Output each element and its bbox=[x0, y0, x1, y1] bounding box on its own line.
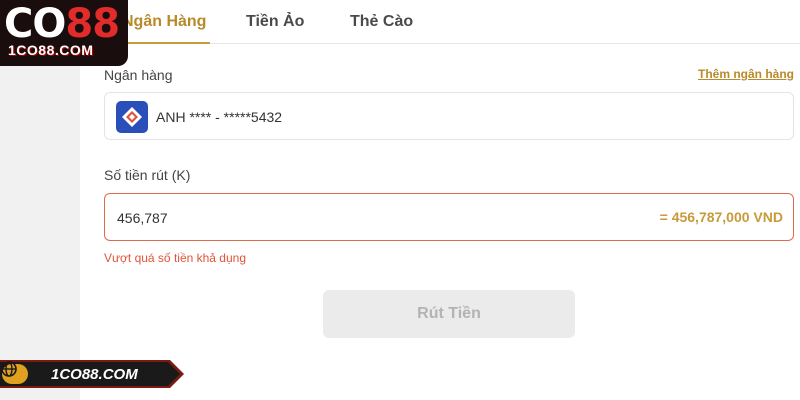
amount-field: = 456,787,000 VND bbox=[104, 193, 794, 241]
tab-bank[interactable]: Ngân Hàng bbox=[122, 13, 206, 31]
bank-logo-icon bbox=[116, 101, 148, 133]
amount-error-message: Vượt quá số tiền khả dụng bbox=[104, 251, 246, 265]
brand-logo-main: CO88 bbox=[4, 1, 120, 47]
add-bank-link[interactable]: Thêm ngân hàng bbox=[698, 67, 794, 81]
bank-select[interactable]: ANH **** - *****5432 bbox=[104, 92, 794, 140]
bank-account-text: ANH **** - *****5432 bbox=[156, 109, 283, 125]
brand-logo-subtitle: 1CO88.COM bbox=[8, 42, 94, 58]
withdraw-panel: Ngân Hàng Tiền Ảo Thẻ Cào Ngân hàng Thêm… bbox=[80, 0, 800, 400]
brand-logo-co: CO bbox=[4, 1, 66, 47]
amount-converted: = 456,787,000 VND bbox=[659, 209, 783, 225]
brand-logo: CO88 1CO88.COM bbox=[0, 0, 128, 66]
withdraw-button[interactable]: Rút Tiền bbox=[323, 290, 575, 338]
amount-input[interactable] bbox=[117, 208, 497, 228]
banner-url-text: 1CO88.COM bbox=[51, 366, 138, 383]
globe-icon bbox=[1, 361, 17, 377]
site-url-banner: 1CO88.COM bbox=[0, 360, 184, 388]
tab-crypto[interactable]: Tiền Ảo bbox=[246, 13, 304, 31]
brand-logo-88: 88 bbox=[65, 1, 120, 47]
amount-field-label: Số tiền rút (K) bbox=[104, 167, 191, 183]
tab-card[interactable]: Thẻ Cào bbox=[350, 13, 413, 31]
bank-field-label: Ngân hàng bbox=[104, 67, 173, 83]
withdraw-tabs: Ngân Hàng Tiền Ảo Thẻ Cào bbox=[80, 0, 800, 44]
